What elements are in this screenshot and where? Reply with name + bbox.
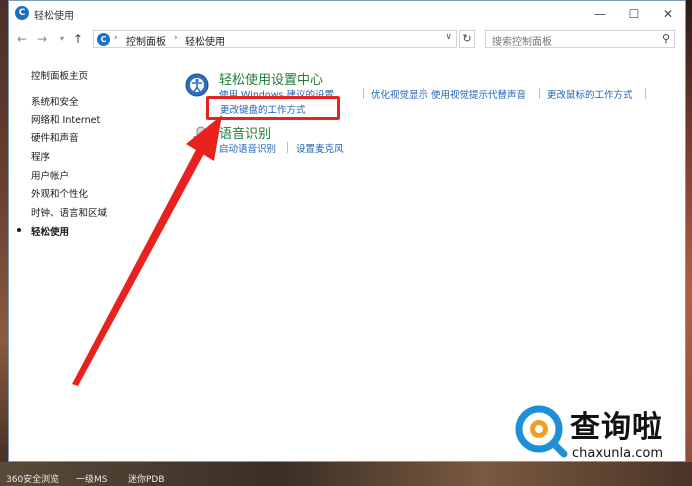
watermark-title: 查询啦 (570, 410, 663, 445)
watermark-url: chaxunla.com (572, 446, 663, 461)
magnifier-logo-icon (515, 405, 568, 458)
watermark-logo: 查询啦 chaxunla.com (514, 400, 684, 466)
